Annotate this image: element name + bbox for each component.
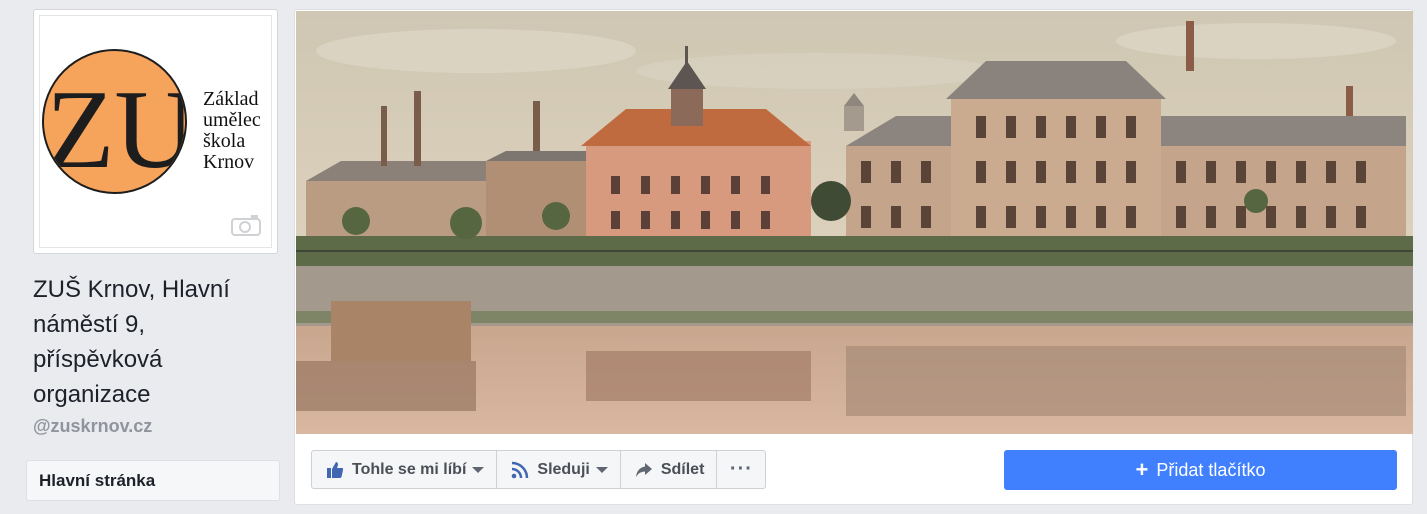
logo-text-line: umělec xyxy=(203,109,261,131)
page-name: ZUŠ Krnov, Hlavní náměstí 9, příspěvková… xyxy=(33,276,230,408)
camera-icon[interactable] xyxy=(230,213,262,237)
thumbs-up-icon xyxy=(327,461,344,478)
page-header-card: Tohle se mi líbí Sleduji Sdílet ··· + Př… xyxy=(294,9,1413,505)
logo-text-line: Základ xyxy=(203,88,259,110)
logo-circle: ZUŠ xyxy=(42,49,187,194)
profile-picture[interactable]: ZUŠ Základ umělec škola Krnov xyxy=(33,9,278,254)
page-action-bar: Tohle se mi líbí Sleduji Sdílet ··· xyxy=(311,450,767,489)
follow-button[interactable]: Sleduji xyxy=(497,451,621,488)
logo-text-line: Krnov xyxy=(203,151,255,173)
logo-text-line: škola xyxy=(203,130,246,152)
add-button-label: Přidat tlačítko xyxy=(1156,459,1266,480)
share-arrow-icon xyxy=(635,462,652,477)
page-handle[interactable]: @zuskrnov.cz xyxy=(33,416,152,437)
share-label: Sdílet xyxy=(660,460,705,478)
chevron-down-icon xyxy=(595,466,608,473)
nav-item-main-page[interactable]: Hlavní stránka xyxy=(26,460,280,501)
zus-logo-mark: ZUŠ xyxy=(46,68,187,192)
cover-illustration xyxy=(296,11,1413,434)
like-button[interactable]: Tohle se mi líbí xyxy=(312,451,498,488)
plus-icon: + xyxy=(1135,457,1149,482)
logo-text: Základ umělec škola Krnov xyxy=(203,88,271,173)
chevron-down-icon xyxy=(472,466,485,473)
cover-photo[interactable] xyxy=(296,11,1413,434)
more-button[interactable]: ··· xyxy=(717,451,765,488)
share-button[interactable]: Sdílet xyxy=(621,451,718,488)
profile-logo: ZUŠ Základ umělec škola Krnov xyxy=(39,15,272,248)
follow-label: Sleduji xyxy=(537,460,590,478)
more-icon: ··· xyxy=(729,458,753,480)
rss-icon xyxy=(512,461,529,478)
like-label: Tohle se mi líbí xyxy=(352,460,467,478)
add-button[interactable]: + Přidat tlačítko xyxy=(1004,450,1397,490)
logo-letters: ZUŠ xyxy=(46,68,187,192)
